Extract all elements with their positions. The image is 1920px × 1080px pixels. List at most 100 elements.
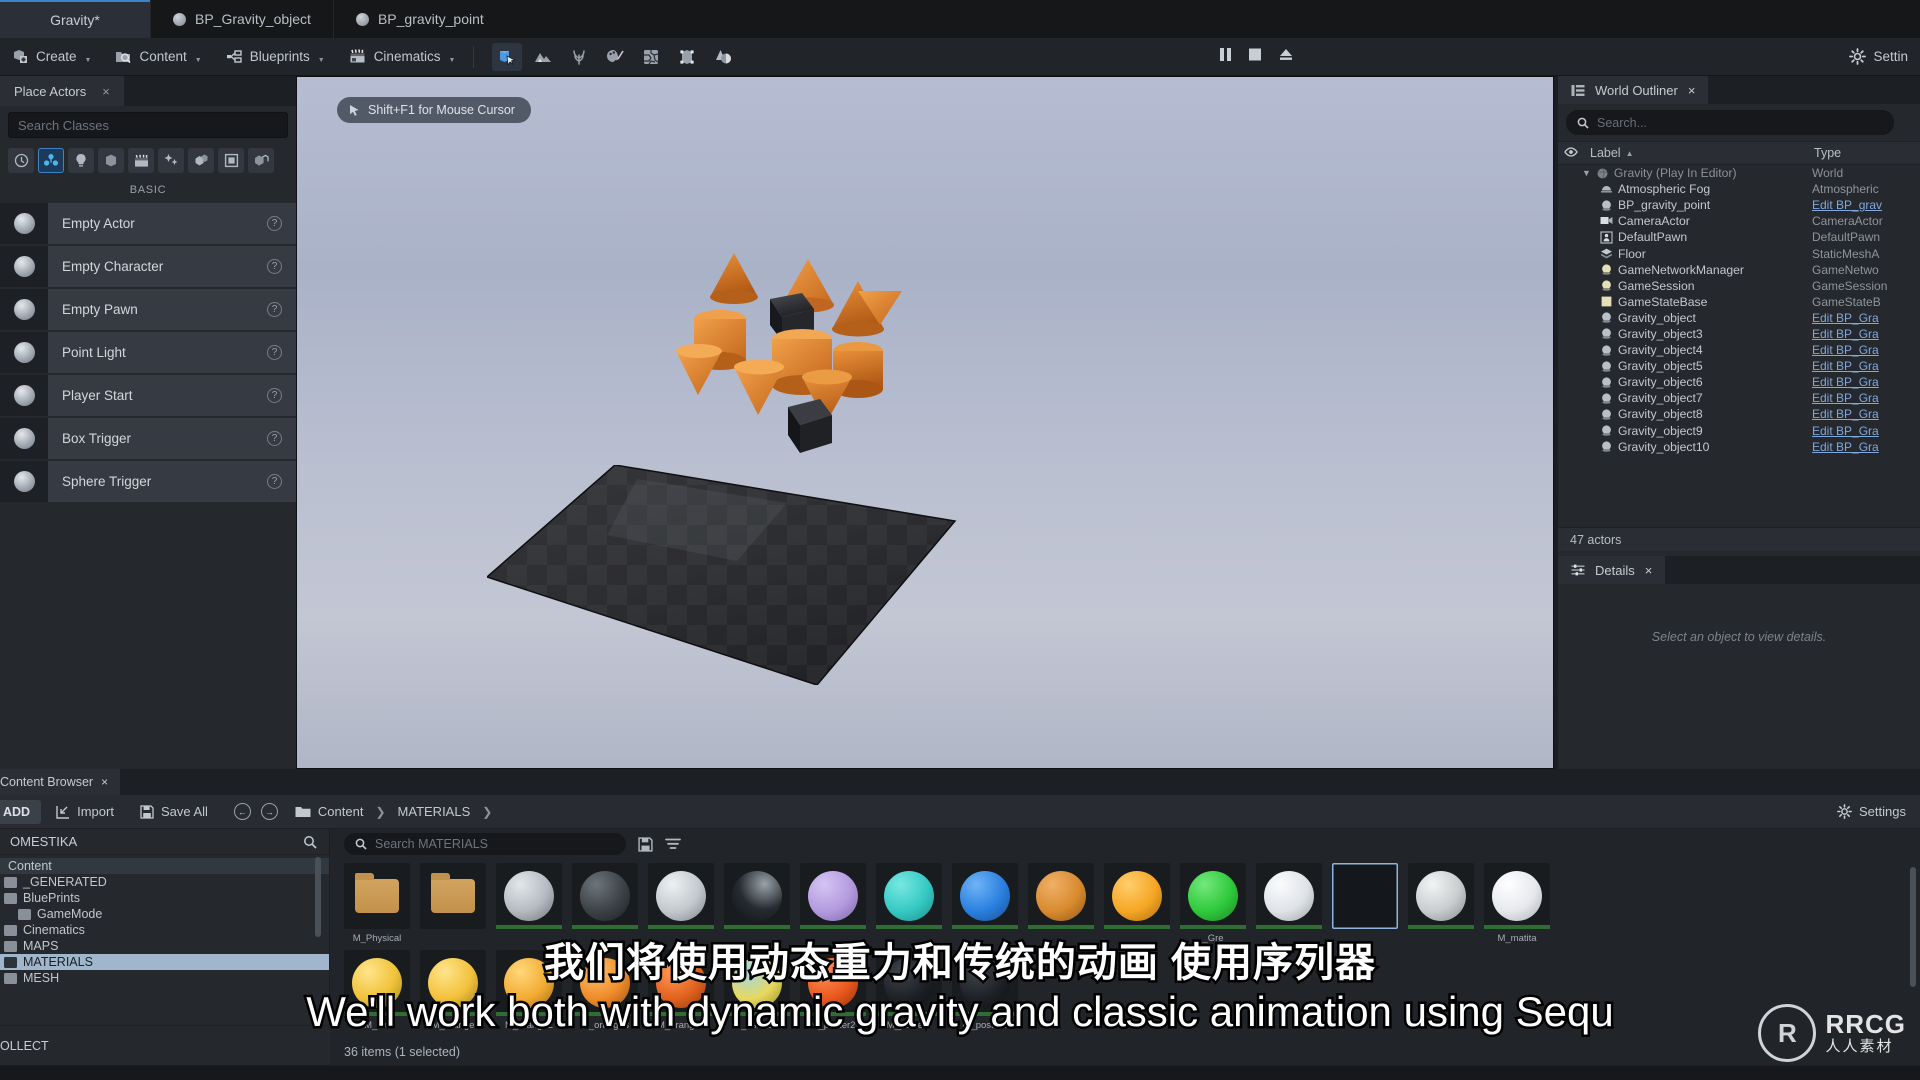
animation-mode-icon[interactable] [708,43,738,71]
filter-icon[interactable] [665,837,682,851]
table-cell-type[interactable]: Edit BP_Gra [1812,424,1920,438]
info-icon[interactable]: ? [267,431,282,446]
table-cell-type[interactable]: Edit BP_Gra [1812,375,1920,389]
table-row[interactable]: GameSession GameSession [1558,278,1920,294]
search-classes-input[interactable]: Search Classes [8,112,288,138]
chevron-down-icon[interactable]: ▼ [1582,168,1591,178]
table-row[interactable]: Floor StaticMeshA [1558,245,1920,261]
table-cell-type[interactable]: Edit BP_Gra [1812,343,1920,357]
toolbar-menu-content[interactable]: Content ▼ [103,38,213,75]
breadcrumb-materials[interactable]: MATERIALS [398,804,471,819]
shapes-icon[interactable] [98,148,124,173]
table-row[interactable]: Atmospheric Fog Atmospheric [1558,181,1920,197]
tab-project-gravity[interactable]: Gravity* [0,0,150,38]
outliner-search-input[interactable]: Search... [1566,110,1894,135]
column-header-type[interactable]: Type [1812,146,1920,160]
info-icon[interactable]: ? [267,302,282,317]
level-viewport[interactable]: Shift+F1 for Mouse Cursor [296,76,1554,769]
table-cell-type[interactable]: Edit BP_Gra [1812,440,1920,454]
close-icon[interactable]: × [102,84,110,99]
toolbar-menu-blueprints[interactable]: Blueprints ▼ [214,38,337,75]
tree-item-gamemode[interactable]: GameMode [0,906,329,922]
close-icon[interactable]: × [101,775,108,789]
breadcrumb-content[interactable]: Content [318,804,364,819]
info-icon[interactable]: ? [267,216,282,231]
chevron-right-icon[interactable]: ❯ [477,805,497,819]
add-button[interactable]: ADD [0,799,42,824]
close-icon[interactable]: × [1688,83,1696,98]
tab-details[interactable]: Details × [1558,556,1666,584]
sources-scrollbar[interactable] [315,857,321,937]
tab-bp-gravity-object[interactable]: BP_Gravity_object [150,0,333,38]
table-row[interactable]: Gravity_object Edit BP_Gra [1558,310,1920,326]
lights-icon[interactable] [68,148,94,173]
table-row[interactable]: BP_gravity_point Edit BP_grav [1558,197,1920,213]
info-icon[interactable]: ? [267,474,282,489]
tree-item-blueprints[interactable]: BluePrints [0,890,329,906]
table-cell-type[interactable]: Edit BP_Gra [1812,327,1920,341]
all-classes-icon[interactable] [248,148,274,173]
table-cell-type[interactable]: Edit BP_Gra [1812,359,1920,373]
info-icon[interactable]: ? [267,345,282,360]
tab-content-browser[interactable]: Content Browser × [0,769,121,795]
eject-button[interactable] [1277,46,1295,68]
foliage-mode-icon[interactable] [564,43,594,71]
back-icon[interactable]: ← [233,803,251,820]
tree-item-content[interactable]: Content [0,858,329,874]
table-cell-type[interactable]: Edit BP_Gra [1812,407,1920,421]
search-icon[interactable] [303,835,317,849]
tab-bp-gravity-point[interactable]: BP_gravity_point [332,0,506,38]
pause-button[interactable] [1218,46,1233,68]
tab-place-actors[interactable]: Place Actors × [0,76,124,106]
save-search-icon[interactable] [638,836,653,852]
asset-search-input[interactable]: Search MATERIALS [344,833,626,855]
table-row[interactable]: Gravity_object5 Edit BP_Gra [1558,358,1920,374]
table-row[interactable]: Gravity_object8 Edit BP_Gra [1558,406,1920,422]
save-all-button[interactable]: Save All [129,804,219,819]
table-cell-type[interactable]: Edit BP_Gra [1812,391,1920,405]
list-item[interactable]: Player Start ? [0,375,296,416]
geometry-icon[interactable] [188,148,214,173]
toolbar-menu-create[interactable]: Create ▼ [0,38,103,75]
select-mode-icon[interactable] [492,42,523,71]
recently-placed-icon[interactable] [8,148,34,173]
stop-button[interactable] [1247,46,1263,68]
toolbar-settings-button[interactable]: Settin [1849,38,1912,75]
visual-effects-icon[interactable] [158,148,184,173]
list-item[interactable]: Point Light ? [0,332,296,373]
table-row[interactable]: Gravity_object3 Edit BP_Gra [1558,326,1920,342]
table-row[interactable]: Gravity_object7 Edit BP_Gra [1558,390,1920,406]
table-row[interactable]: Gravity_object10 Edit BP_Gra [1558,439,1920,455]
volumes-icon[interactable] [218,148,244,173]
list-item[interactable]: Empty Pawn ? [0,289,296,330]
column-header-label[interactable]: Label ▲ [1584,146,1812,160]
import-button[interactable]: Import [45,804,125,819]
list-item[interactable]: Sphere Trigger ? [0,461,296,502]
toolbar-menu-cinematics[interactable]: Cinematics ▼ [337,38,468,75]
table-row[interactable]: GameStateBase GameStateB [1558,294,1920,310]
content-browser-settings-button[interactable]: Settings [1837,804,1906,819]
table-row[interactable]: GameNetworkManager GameNetwo [1558,262,1920,278]
table-row[interactable]: Gravity_object4 Edit BP_Gra [1558,342,1920,358]
list-item[interactable]: Empty Character ? [0,246,296,287]
mesh-paint-mode-icon[interactable] [600,43,630,71]
table-row[interactable]: CameraActor CameraActor [1558,213,1920,229]
list-item[interactable]: Empty Actor ? [0,203,296,244]
landscape-mode-icon[interactable] [528,43,558,71]
tab-world-outliner[interactable]: World Outliner × [1558,76,1709,104]
table-cell-type[interactable]: Edit BP_Gra [1812,311,1920,325]
info-icon[interactable]: ? [267,259,282,274]
brush-edit-mode-icon[interactable] [672,43,702,71]
cinematic-icon[interactable] [128,148,154,173]
visibility-eye-icon[interactable] [1558,146,1584,160]
table-row[interactable]: Gravity_object6 Edit BP_Gra [1558,374,1920,390]
fracture-mode-icon[interactable] [636,43,666,71]
forward-icon[interactable]: → [260,803,278,820]
info-icon[interactable]: ? [267,388,282,403]
table-row[interactable]: DefaultPawn DefaultPawn [1558,229,1920,245]
tree-item-generated[interactable]: _GENERATED [0,874,329,890]
close-icon[interactable]: × [1645,563,1653,578]
list-item[interactable]: Box Trigger ? [0,418,296,459]
table-row[interactable]: ▼ Gravity (Play In Editor) World [1558,165,1920,181]
table-row[interactable]: Gravity_object9 Edit BP_Gra [1558,423,1920,439]
